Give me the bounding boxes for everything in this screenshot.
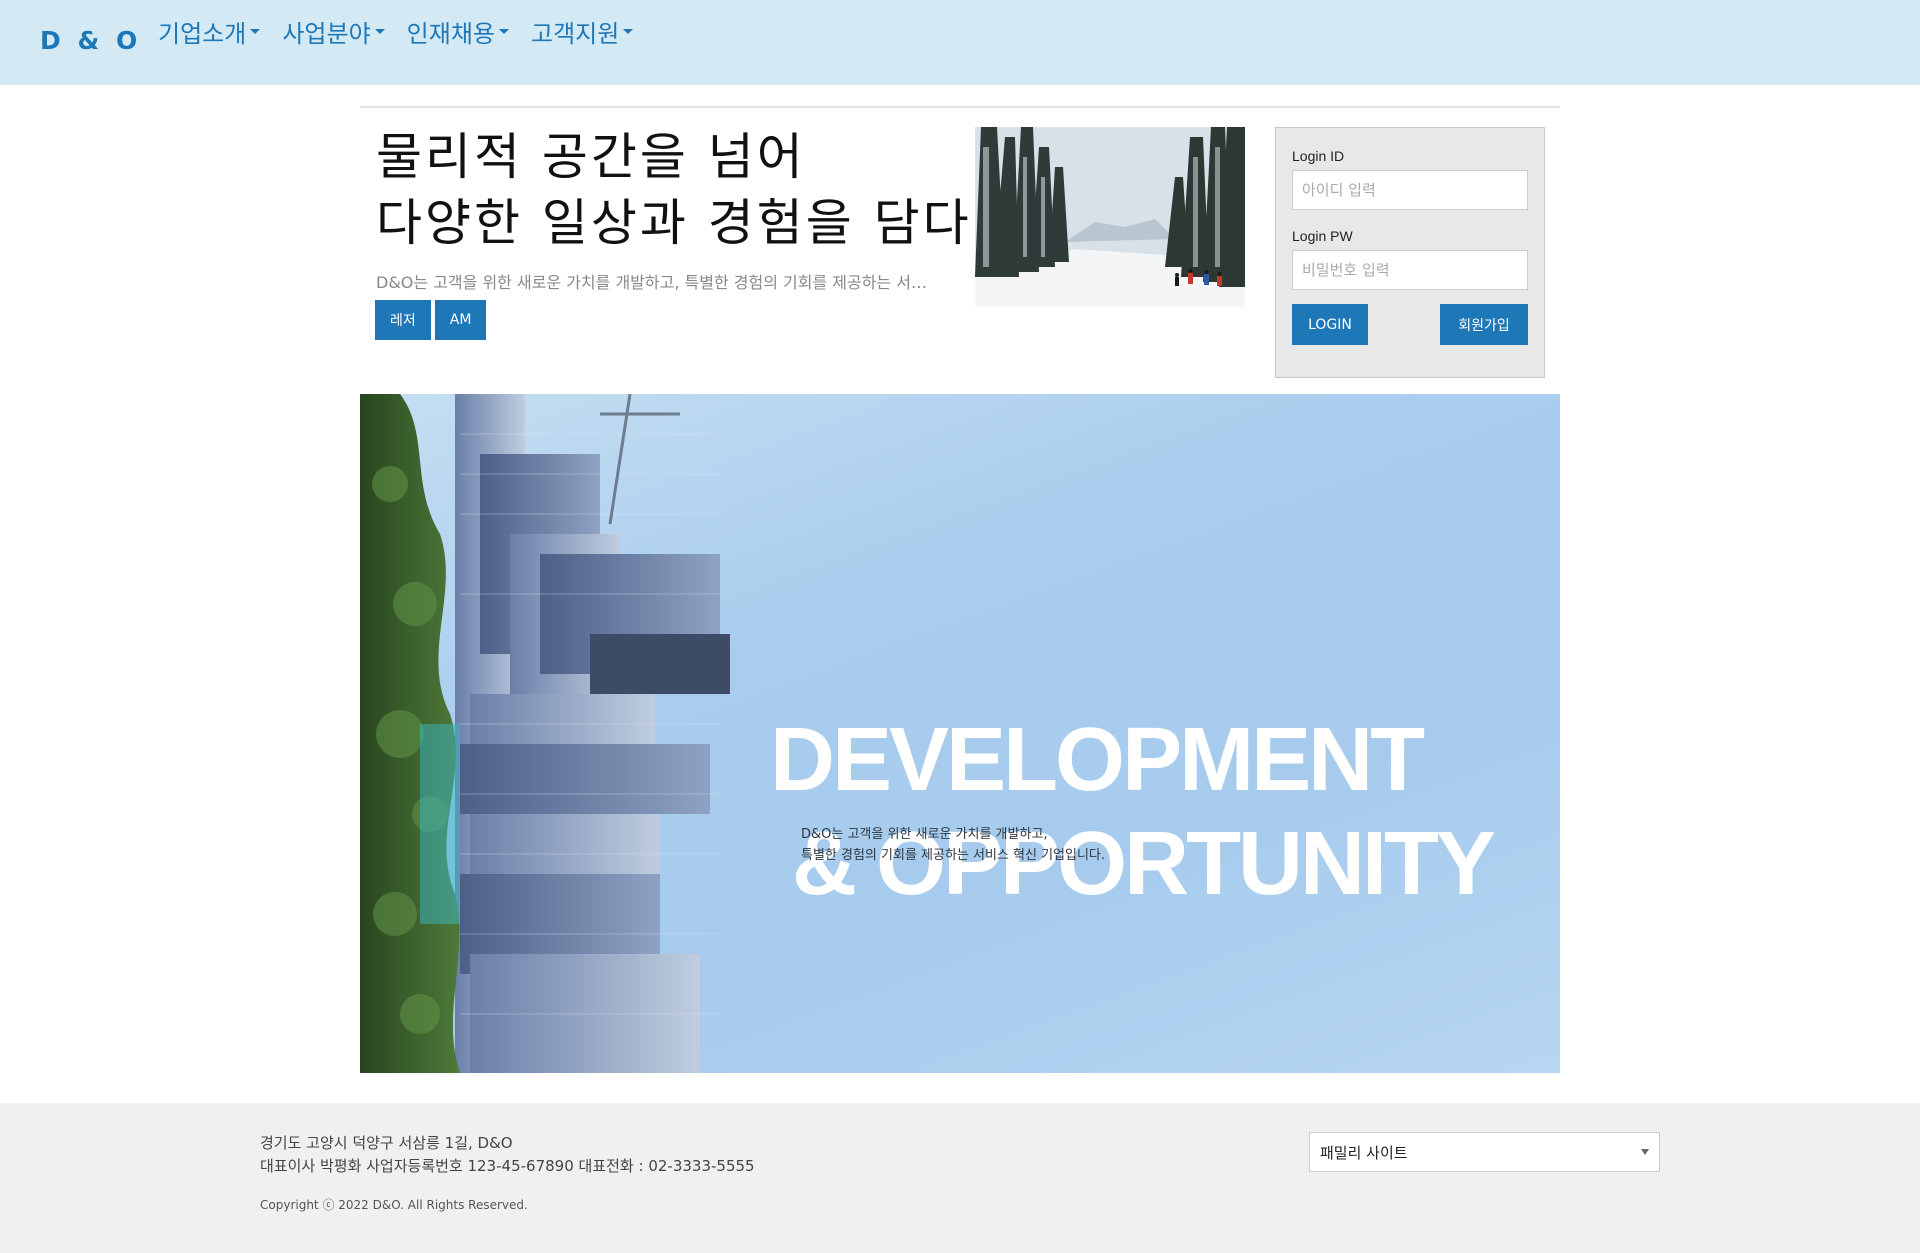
- login-pw-label: Login PW: [1292, 228, 1353, 244]
- nav-item-label: 사업분야: [282, 20, 371, 48]
- login-button[interactable]: LOGIN: [1292, 304, 1368, 345]
- company-address: 경기도 고양시 덕양구 서삼릉 1길, D&O 대표이사 박평화 사업자등록번호…: [260, 1134, 755, 1175]
- tag-leisure-button[interactable]: 레저: [375, 300, 431, 340]
- brand-logo[interactable]: D & O: [40, 26, 141, 55]
- nav-item-support[interactable]: 고객지원: [530, 14, 634, 49]
- login-id-label: Login ID: [1292, 148, 1345, 164]
- family-site-selected-value: 패밀리 사이트: [1320, 1143, 1408, 1162]
- login-pw-input[interactable]: [1292, 250, 1528, 290]
- nav-item-label: 인재채용: [406, 20, 495, 48]
- hero-description: D&O는 고객을 위한 새로운 가치를 개발하고, 특별한 경험의 기회를 제공…: [376, 273, 941, 292]
- page-footer: 경기도 고양시 덕양구 서삼릉 1길, D&O 대표이사 박평화 사업자등록번호…: [0, 1103, 1920, 1253]
- banner-heading: DEVELOPMENT & OPPORTUNITY: [770, 604, 1496, 1020]
- tag-am-button[interactable]: AM: [434, 300, 487, 340]
- ski-slope-image: [975, 127, 1245, 307]
- nav-item-recruit[interactable]: 인재채용: [407, 14, 509, 49]
- caret-down-icon: [374, 29, 385, 34]
- hero-divider: [360, 106, 1560, 108]
- hero-tag-group: 레저 AM: [375, 300, 487, 340]
- nav-item-label: 기업소개: [158, 20, 247, 48]
- banner-heading-line1: DEVELOPMENT: [770, 710, 1425, 810]
- caret-down-icon: [623, 29, 634, 34]
- banner-subtext: D&O는 고객을 위한 새로운 가치를 개발하고, 특별한 경험의 기회를 제공…: [801, 827, 1106, 863]
- family-site-select[interactable]: 패밀리 사이트: [1309, 1132, 1660, 1172]
- main-menu: 기업소개 사업분야 인재채용 고객지원: [158, 14, 634, 49]
- caret-down-icon: [250, 29, 261, 34]
- copyright-text: Copyright ⓒ 2022 D&O. All Rights Reserve…: [260, 1198, 528, 1212]
- city-skyline-image: [360, 394, 730, 1073]
- signup-button[interactable]: 회원가입: [1440, 304, 1528, 345]
- nav-item-label: 고객지원: [530, 20, 620, 48]
- caret-down-icon: [498, 29, 509, 34]
- hero-title: 물리적 공간을 넘어 다양한 일상과 경험을 담다: [376, 128, 972, 252]
- login-id-input[interactable]: [1292, 170, 1528, 210]
- ski-slope-illustration: [975, 127, 1245, 307]
- dropdown-arrow-icon: [1641, 1149, 1649, 1155]
- main-banner: DEVELOPMENT & OPPORTUNITY D&O는 고객을 위한 새로…: [360, 394, 1560, 1073]
- login-panel: Login ID Login PW LOGIN 회원가입: [1275, 127, 1545, 378]
- top-navbar: D & O 기업소개 사업분야 인재채용 고객지원: [0, 0, 1920, 85]
- nav-item-company[interactable]: 기업소개: [158, 14, 261, 49]
- nav-item-business[interactable]: 사업분야: [282, 14, 385, 49]
